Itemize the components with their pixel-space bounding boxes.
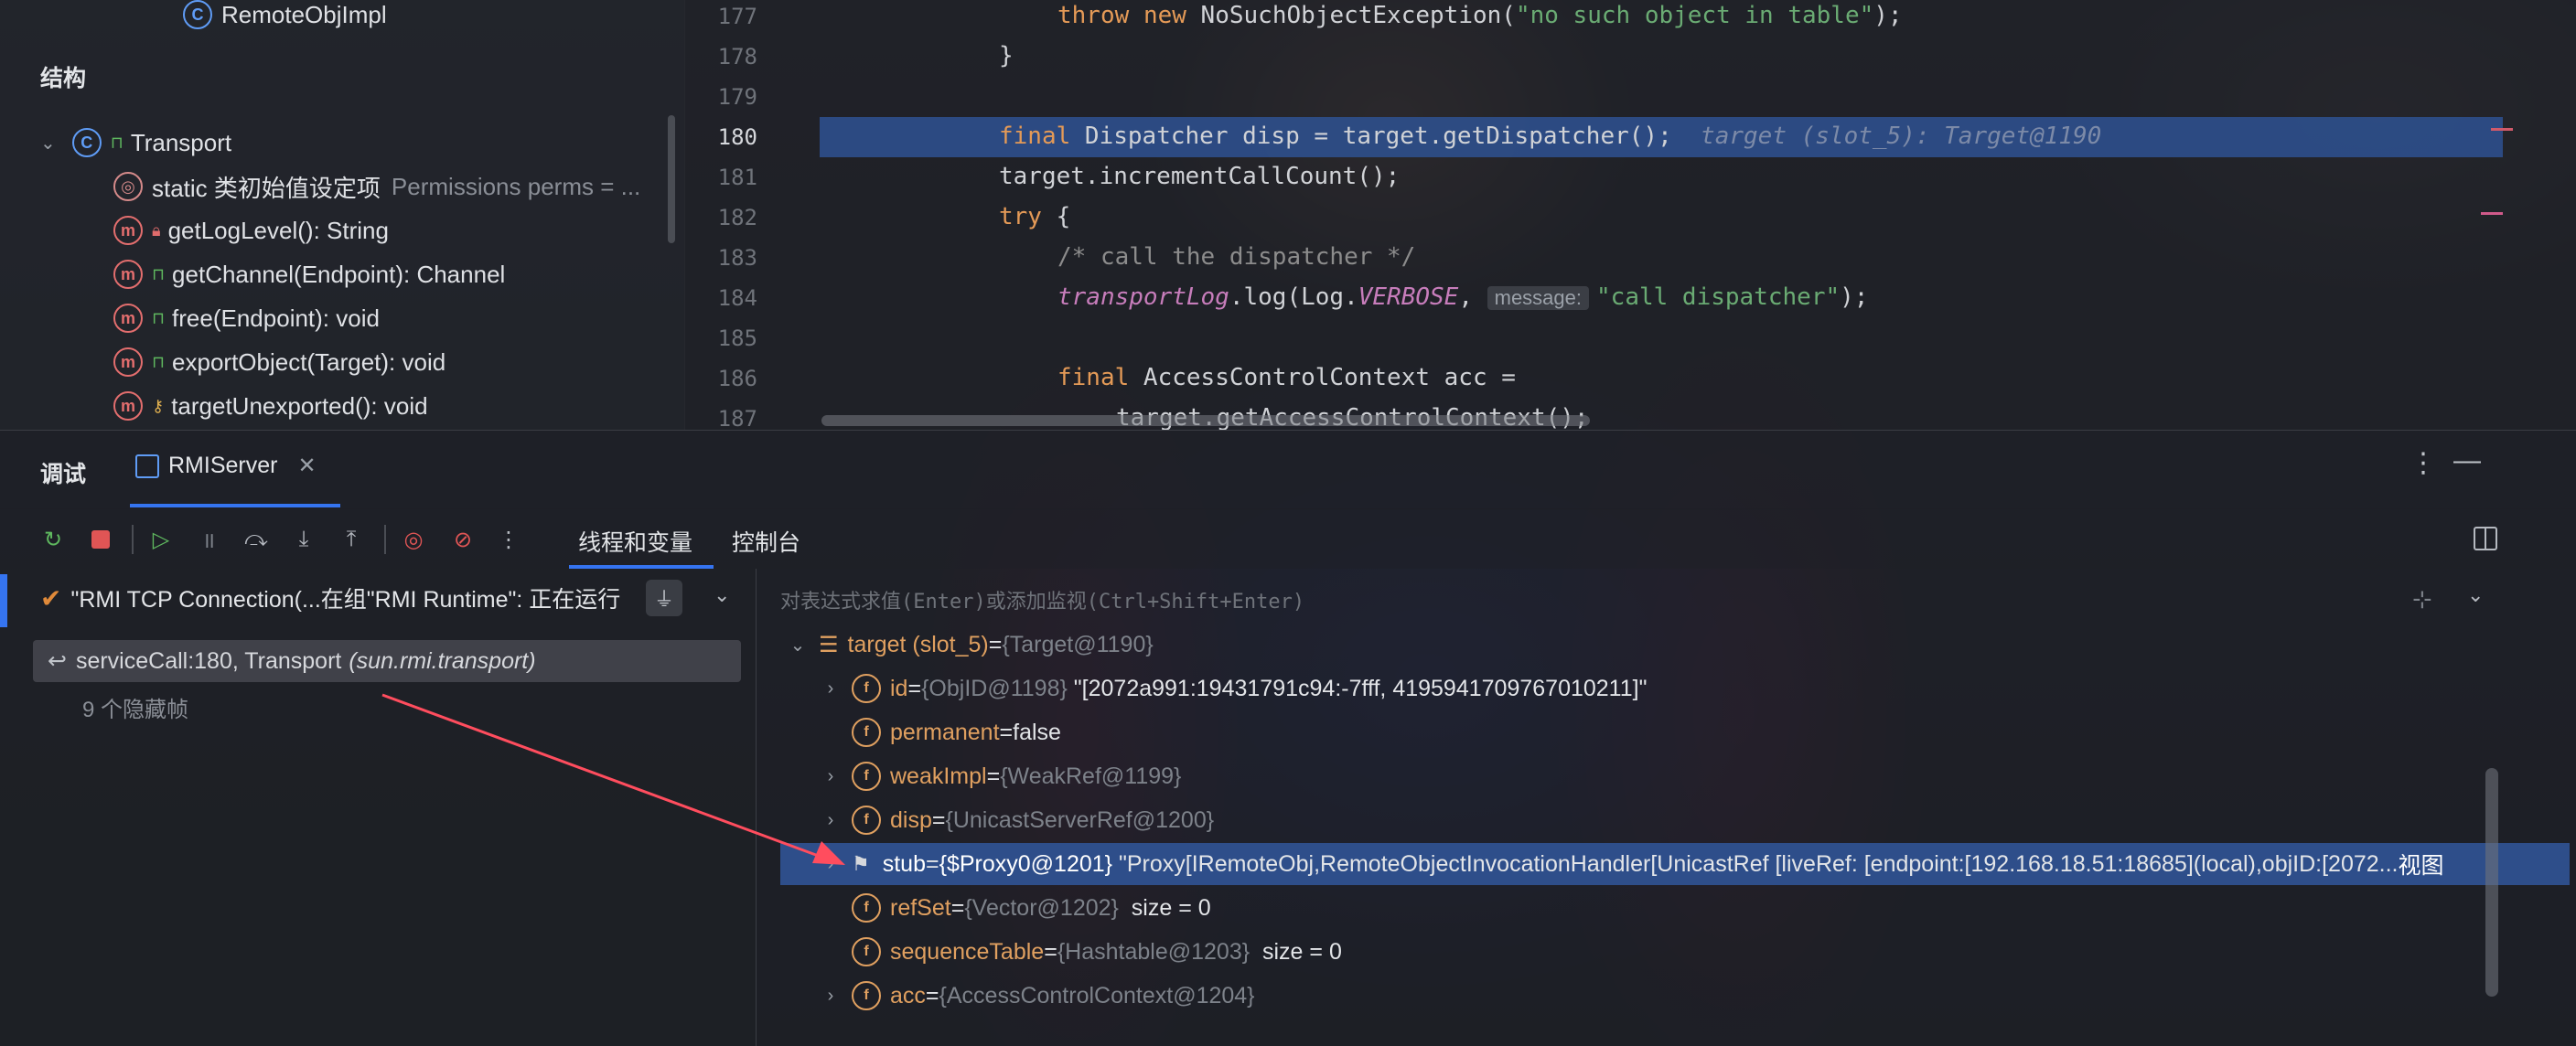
arrow-line (381, 693, 824, 859)
annotation-arrow (381, 693, 845, 865)
arrow-head (812, 841, 845, 865)
